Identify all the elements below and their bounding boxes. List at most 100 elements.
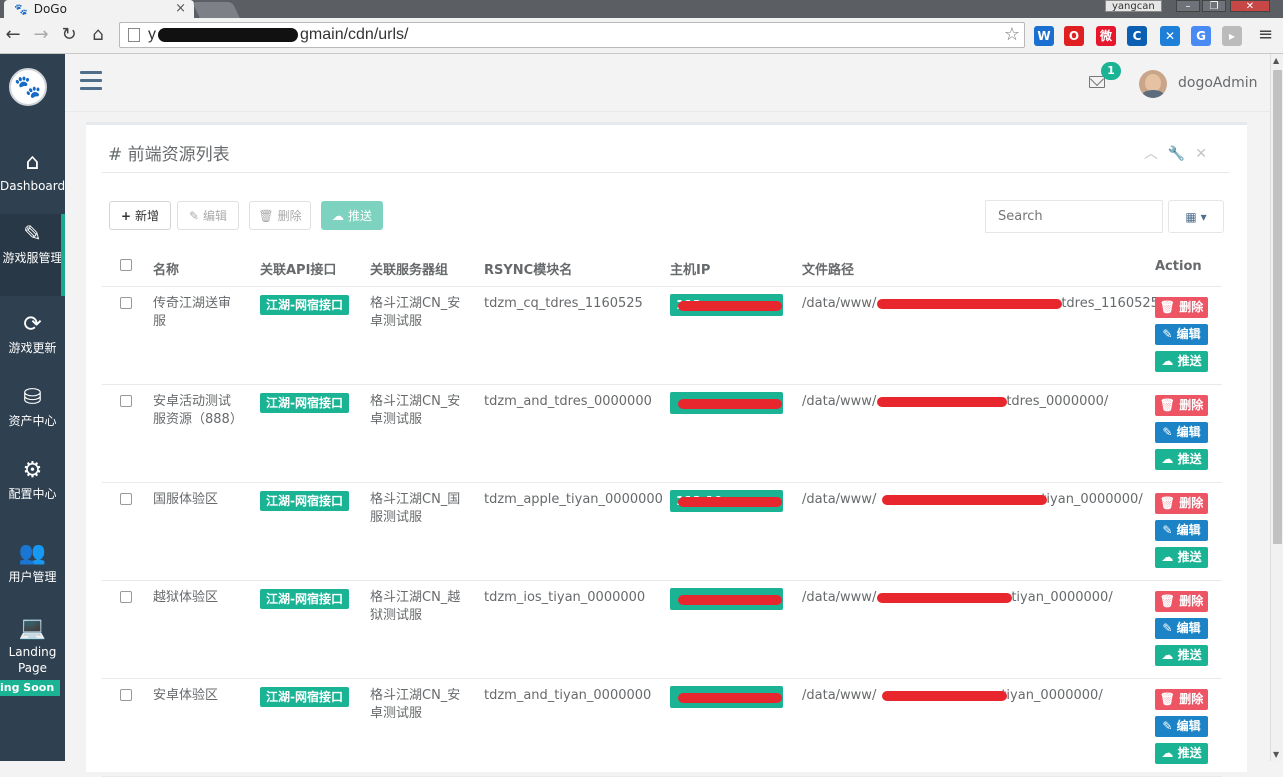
search-input[interactable] bbox=[985, 200, 1163, 233]
sidebar-item-landing-page[interactable]: 💻 Landing Page bbox=[0, 616, 65, 676]
username[interactable]: dogoAdmin bbox=[1178, 75, 1258, 91]
edit-button[interactable]: ✎ 编辑 bbox=[177, 201, 239, 230]
browser-extension-icon[interactable]: W bbox=[1034, 26, 1054, 46]
row-push-button[interactable]: ☁ 推送 bbox=[1155, 645, 1208, 666]
sidebar-item-label: 配置中心 bbox=[8, 487, 57, 501]
sidebar-item-users[interactable]: 👥 用户管理 bbox=[0, 541, 65, 585]
column-header[interactable]: 名称 bbox=[153, 259, 179, 278]
row-delete-button[interactable]: 🗑 删除 bbox=[1155, 395, 1208, 416]
row-push-button[interactable]: ☁ 推送 bbox=[1155, 547, 1208, 568]
path-redaction bbox=[877, 397, 1007, 407]
row-checkbox[interactable] bbox=[120, 689, 132, 701]
coming-soon-badge: ing Soon bbox=[0, 680, 60, 696]
scroll-up-icon[interactable]: ▲ bbox=[1273, 56, 1279, 65]
scroll-thumb[interactable] bbox=[1273, 70, 1282, 544]
close-icon[interactable]: ✕ bbox=[1195, 146, 1217, 162]
row-checkbox[interactable] bbox=[120, 591, 132, 603]
maximize-button[interactable]: ❐ bbox=[1202, 0, 1226, 12]
browser-extension-icon[interactable]: O bbox=[1064, 26, 1084, 46]
home-browser-icon[interactable]: ⌂ bbox=[87, 24, 109, 46]
sidebar-item-game-servers[interactable]: ✎ 游戏服管理 bbox=[0, 214, 65, 296]
row-delete-button[interactable]: 🗑 删除 bbox=[1155, 591, 1208, 612]
row-push-button[interactable]: ☁ 推送 bbox=[1155, 351, 1208, 372]
minimize-button[interactable]: – bbox=[1176, 0, 1200, 12]
sidebar-item-dashboard[interactable]: ⌂ Dashboard bbox=[0, 150, 65, 194]
table-row[interactable]: 安卓活动测试服资源（888） 江湖-网宿接口 格斗江湖CN_安卓测试服 tdzm_an… bbox=[102, 385, 1222, 483]
path-redaction bbox=[877, 593, 1012, 603]
menu-toggle-icon[interactable] bbox=[80, 71, 102, 91]
refresh-icon: ⟳ bbox=[23, 312, 42, 337]
row-checkbox[interactable] bbox=[120, 297, 132, 309]
select-all-checkbox[interactable] bbox=[120, 259, 132, 271]
sidebar-item-config[interactable]: ⚙ 配置中心 bbox=[0, 458, 65, 502]
table-row[interactable]: 安卓体验区 江湖-网宿接口 格斗江湖CN_安卓测试服 tdzm_and_tiyan_0… bbox=[102, 679, 1222, 777]
page-scrollbar[interactable]: ▲ ▼ bbox=[1270, 54, 1283, 761]
new-tab-button[interactable] bbox=[192, 2, 240, 18]
row-delete-button[interactable]: 🗑 删除 bbox=[1155, 493, 1208, 514]
row-edit-button[interactable]: ✎ 编辑 bbox=[1155, 716, 1208, 737]
gears-icon: ⚙ bbox=[22, 458, 43, 483]
column-header[interactable]: RSYNC模块名 bbox=[484, 259, 572, 278]
forward-icon[interactable]: → bbox=[30, 24, 52, 46]
delete-button[interactable]: 🗑 删除 bbox=[249, 201, 311, 230]
grid-icon: ▦ bbox=[1185, 209, 1197, 224]
browser-extension-icon[interactable]: ✕ bbox=[1160, 26, 1180, 46]
row-edit-label: 编辑 bbox=[1176, 719, 1201, 733]
columns-toggle-button[interactable]: ▦ ▾ bbox=[1168, 200, 1224, 233]
browser-extension-icon[interactable]: C bbox=[1127, 26, 1147, 46]
avatar[interactable] bbox=[1139, 70, 1167, 98]
row-edit-button[interactable]: ✎ 编辑 bbox=[1155, 520, 1208, 541]
back-icon[interactable]: ← bbox=[2, 24, 24, 46]
sidebar-item-game-update[interactable]: ⟳ 游戏更新 bbox=[0, 312, 65, 356]
server-group: 格斗江湖CN_安卓测试服 bbox=[370, 688, 461, 721]
row-checkbox[interactable] bbox=[120, 395, 132, 407]
table-row[interactable]: 传奇江湖送审服 江湖-网宿接口 格斗江湖CN_安卓测试服 tdzm_cq_tdres_… bbox=[102, 287, 1222, 385]
window-close-button[interactable]: ✕ bbox=[1230, 0, 1270, 12]
cloud-upload-icon: ☁ bbox=[1161, 746, 1174, 760]
url-text: main/cdn/urls/ bbox=[308, 26, 409, 43]
table-row[interactable]: 国服体验区 江湖-网宿接口 格斗江湖CN_国服测试服 tdzm_apple_tiyan… bbox=[102, 483, 1222, 581]
address-bar[interactable]: y g main/cdn/urls/ ☆ bbox=[119, 22, 1025, 48]
tab-title: DoGo bbox=[33, 2, 67, 16]
row-push-label: 推送 bbox=[1177, 746, 1202, 760]
database-icon: ⛁ bbox=[23, 385, 42, 410]
browser-extension-icon[interactable]: G bbox=[1191, 26, 1211, 46]
row-push-button[interactable]: ☁ 推送 bbox=[1155, 449, 1208, 470]
row-delete-button[interactable]: 🗑 删除 bbox=[1155, 689, 1208, 710]
row-edit-label: 编辑 bbox=[1176, 327, 1201, 341]
row-checkbox[interactable] bbox=[120, 493, 132, 505]
sidebar-item-assets[interactable]: ⛁ 资产中心 bbox=[0, 385, 65, 429]
column-header[interactable]: 主机IP bbox=[670, 259, 710, 278]
browser-extension-icon[interactable]: 微 bbox=[1096, 26, 1116, 46]
browser-menu-icon[interactable]: ≡ bbox=[1258, 24, 1273, 45]
column-header[interactable]: 关联API接口 bbox=[260, 259, 336, 278]
ip-redaction bbox=[678, 595, 782, 605]
row-edit-button[interactable]: ✎ 编辑 bbox=[1155, 618, 1208, 639]
envelope-icon[interactable] bbox=[1089, 76, 1105, 88]
scroll-down-icon[interactable]: ▼ bbox=[1273, 750, 1279, 759]
server-group: 格斗江湖CN_国服测试服 bbox=[370, 492, 461, 525]
column-header[interactable]: 文件路径 bbox=[802, 259, 854, 278]
caret-down-icon: ▾ bbox=[1200, 209, 1207, 224]
rsync-module: tdzm_cq_tdres_1160525 bbox=[484, 296, 643, 311]
row-edit-button[interactable]: ✎ 编辑 bbox=[1155, 422, 1208, 443]
browser-extension-icon[interactable]: ▸ bbox=[1222, 26, 1242, 46]
reload-icon[interactable]: ↻ bbox=[58, 24, 80, 46]
push-button[interactable]: ☁ 推送 bbox=[321, 201, 383, 230]
sidebar-item-label: 游戏服管理 bbox=[2, 251, 63, 265]
bookmark-star-icon[interactable]: ☆ bbox=[1004, 24, 1020, 45]
mail-count-badge: 1 bbox=[1101, 62, 1121, 80]
logo-paw-icon[interactable]: 🐾 bbox=[9, 68, 47, 106]
column-header[interactable]: Action bbox=[1155, 259, 1202, 274]
wrench-icon[interactable]: 🔧 bbox=[1168, 146, 1195, 162]
row-delete-button[interactable]: 🗑 删除 bbox=[1155, 297, 1208, 318]
edit-icon: ✎ bbox=[1162, 621, 1173, 635]
table-row[interactable]: 越狱体验区 江湖-网宿接口 格斗江湖CN_越狱测试服 tdzm_ios_tiyan_0… bbox=[102, 581, 1222, 679]
browser-tab[interactable]: 🐾 DoGo × bbox=[4, 0, 194, 18]
cloud-upload-icon: ☁ bbox=[1161, 648, 1174, 662]
column-header[interactable]: 关联服务器组 bbox=[370, 259, 448, 278]
collapse-icon[interactable]: ︿ bbox=[1144, 146, 1168, 162]
tab-close-icon[interactable]: × bbox=[175, 1, 186, 16]
add-button[interactable]: + 新增 bbox=[109, 201, 171, 230]
row-edit-button[interactable]: ✎ 编辑 bbox=[1155, 324, 1208, 345]
